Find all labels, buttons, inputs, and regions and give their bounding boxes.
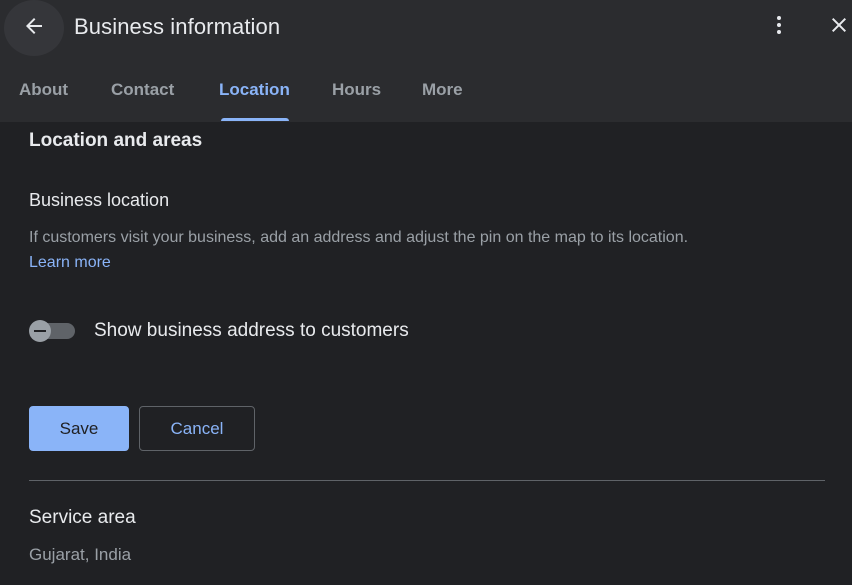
- tab-location[interactable]: Location: [219, 80, 290, 100]
- tab-about[interactable]: About: [19, 80, 68, 100]
- show-address-label: Show business address to customers: [94, 320, 409, 341]
- tab-bar: About Contact Location Hours More: [0, 72, 852, 122]
- show-address-toggle[interactable]: [29, 320, 75, 342]
- divider: [29, 480, 825, 481]
- service-area-heading: Service area: [29, 507, 136, 528]
- kebab-vertical-icon: [767, 13, 791, 42]
- back-button[interactable]: [4, 0, 64, 56]
- cancel-button[interactable]: Cancel: [139, 406, 255, 451]
- arrow-left-icon: [22, 14, 46, 43]
- active-tab-indicator: [221, 118, 289, 121]
- tab-contact[interactable]: Contact: [111, 80, 174, 100]
- business-location-description: If customers visit your business, add an…: [29, 229, 689, 246]
- learn-more-link[interactable]: Learn more: [29, 254, 111, 272]
- section-heading: Location and areas: [29, 130, 203, 151]
- close-button[interactable]: [824, 12, 852, 42]
- dialog-title: Business information: [74, 14, 281, 39]
- tab-more[interactable]: More: [422, 80, 463, 100]
- save-button[interactable]: Save: [29, 406, 129, 451]
- toggle-knob: [29, 320, 51, 342]
- location-panel: Location and areas Business location If …: [0, 122, 852, 585]
- dialog-header: Business information About Contact Locat…: [0, 0, 852, 122]
- minus-icon: [34, 330, 46, 332]
- tab-hours[interactable]: Hours: [332, 80, 381, 100]
- service-area-value: Gujarat, India: [29, 545, 132, 564]
- close-icon: [827, 13, 851, 42]
- business-location-heading: Business location: [29, 190, 170, 210]
- more-options-button[interactable]: [764, 12, 794, 42]
